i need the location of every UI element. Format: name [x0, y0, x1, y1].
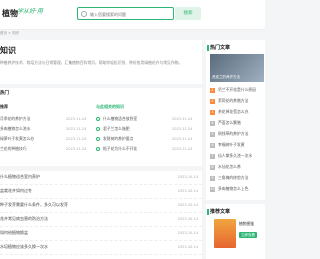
hot-item-label[interactable]: 茉莉花的养殖方法	[218, 98, 248, 103]
bullet-icon	[96, 137, 100, 141]
hot-section: 热门 推荐 与此相关的知识 月季花的养护方法 2023-11-24 多肉植物怎么…	[0, 88, 202, 166]
hot-item-label[interactable]: 吊兰不开花是什么原因	[218, 87, 256, 92]
section-heading: 热门	[0, 91, 9, 96]
rank-badge: 6	[210, 143, 215, 148]
list-item[interactable]: 水培植物应该多久换一次水 2023-10-14	[0, 241, 202, 255]
panel-heading: 热门文章	[210, 45, 231, 51]
list-item[interactable]: 种子发芽需要什么条件，多久可以发芽 2023-10-14	[0, 199, 202, 213]
list-item[interactable]: 什么植物适合室内养护 2023-10-14	[0, 171, 202, 185]
hot-item[interactable]: 8 水仙花怎么养	[210, 164, 241, 170]
article-date: 2023-10-14	[177, 231, 198, 235]
item-date: 2023-11-24	[66, 137, 87, 141]
hot-item-label[interactable]: 芦荟怎么繁殖	[218, 120, 241, 125]
site-logo[interactable]: 植物	[2, 9, 18, 19]
hot-item-label[interactable]: 铜钱草的养护方法	[218, 131, 248, 136]
list-item[interactable]: 多肉植物怎么浇水	[0, 126, 30, 132]
hot-item-label[interactable]: 三角梅的修剪方法	[218, 175, 248, 180]
item-date: 2023-11-24	[66, 127, 87, 131]
article-title[interactable]: 种子发芽需要什么条件，多久可以发芽	[0, 202, 68, 208]
item-date: 2023-11-24	[172, 117, 193, 121]
article-title[interactable]: 花卉常见病虫害的防治方法	[0, 216, 48, 222]
search-button[interactable]: 搜索	[175, 7, 201, 20]
search-input[interactable]	[90, 10, 170, 18]
hot-item[interactable]: 2 茉莉花的养殖方法	[210, 98, 248, 104]
article-date: 2023-10-14	[177, 245, 198, 249]
rank-badge: 10	[210, 187, 215, 192]
left-column-heading: 推荐	[0, 104, 8, 109]
search-box[interactable]	[77, 7, 174, 20]
logo-tagline: 学从好·用	[17, 8, 43, 15]
hot-item-label[interactable]: 茶花掉花苞怎么办	[218, 109, 248, 114]
list-item[interactable]: 发财树的养护要点	[103, 136, 133, 142]
article-title[interactable]: 盆栽花卉如何过冬	[0, 188, 32, 194]
search-icon	[81, 11, 87, 17]
list-item[interactable]: 盆栽花卉如何过冬 2023-10-14	[0, 185, 202, 199]
panel-heading: 推荐文章	[210, 209, 231, 215]
list-item[interactable]: 绿萝叶子发黄怎么办	[0, 136, 34, 142]
view-book-button[interactable]: 立即查看	[239, 232, 257, 238]
article-list: 什么植物适合室内养护 2023-10-14 盆栽花卉如何过冬 2023-10-1…	[0, 171, 202, 259]
item-date: 2023-11-24	[66, 117, 87, 121]
heading-marker	[207, 209, 209, 215]
rank-badge: 2	[210, 99, 215, 104]
hot-item[interactable]: 6 幸福树叶子发黄	[210, 142, 245, 148]
rank-badge: 4	[210, 121, 215, 126]
rank-badge: 3	[210, 110, 215, 115]
item-date: 2023-11-24	[172, 127, 193, 131]
rank-badge: 1	[210, 88, 215, 93]
list-item[interactable]: 如何给植物换盆 2023-10-14	[0, 227, 202, 241]
hot-item[interactable]: 1 吊兰不开花是什么原因	[210, 87, 256, 93]
rank-badge: 7	[210, 154, 215, 159]
list-item[interactable]: 君子兰怎么施肥	[103, 126, 130, 132]
article-title[interactable]: 什么植物适合室内养护	[0, 174, 40, 180]
page-title: 知识	[0, 46, 16, 55]
book-cover-image[interactable]	[214, 219, 236, 248]
item-date: 2023-11-24	[172, 147, 193, 151]
list-item[interactable]: 栀子花为什么不开花	[103, 146, 137, 152]
article-date: 2023-10-14	[177, 175, 198, 179]
item-date: 2023-11-24	[66, 147, 87, 151]
hot-item[interactable]: 5 铜钱草的养护方法	[210, 131, 248, 137]
list-item[interactable]: 月季花的养护方法	[0, 116, 30, 122]
featured-caption[interactable]: 虎皮兰的养护方法	[212, 75, 240, 79]
rank-badge: 9	[210, 176, 215, 181]
list-item[interactable]: 什么植物适合放卧室	[103, 116, 137, 122]
bullet-icon	[96, 147, 100, 151]
heading-marker	[207, 45, 209, 51]
hot-item-label[interactable]: 仙人掌多久浇一次水	[218, 153, 252, 158]
right-column-heading: 与此相关的知识	[96, 104, 124, 109]
top-bar: 植物 学从好·用 搜索	[0, 0, 265, 30]
hot-item[interactable]: 10 多肉植物怎么上色	[210, 186, 248, 192]
page-description: 种植养护技术、栽培方法与日常管理，汇集植物百科常识，帮助你轻松识别、种好各类绿植…	[0, 60, 183, 65]
article-date: 2023-10-14	[177, 203, 198, 207]
article-date: 2023-10-14	[177, 189, 198, 193]
hot-item-label[interactable]: 水仙花怎么养	[218, 164, 241, 169]
rank-badge: 5	[210, 132, 215, 137]
bullet-icon	[96, 127, 100, 131]
hot-articles-panel: 热门文章 虎皮兰的养护方法 1 吊兰不开花是什么原因 2 茉莉花的养殖方法 3 茶花掉…	[206, 40, 265, 200]
hot-item[interactable]: 9 三角梅的修剪方法	[210, 175, 248, 181]
breadcrumb[interactable]: 首页 > 知识	[0, 31, 19, 35]
hot-item-label[interactable]: 多肉植物怎么上色	[218, 186, 248, 191]
recommend-panel: 推荐文章 植物图鉴 立即查看 常见绿植图鉴大全花卉养护入门手册阳台种菜指南	[206, 204, 265, 259]
book-title[interactable]: 植物图鉴	[239, 221, 254, 227]
article-date: 2023-10-14	[177, 217, 198, 221]
article-title[interactable]: 水培植物应该多久换一次水	[0, 244, 48, 250]
hot-item[interactable]: 3 茶花掉花苞怎么办	[210, 109, 248, 115]
bullet-icon	[96, 117, 100, 121]
hot-item[interactable]: 4 芦荟怎么繁殖	[210, 120, 241, 126]
hot-item-label[interactable]: 幸福树叶子发黄	[218, 142, 245, 147]
hot-item[interactable]: 7 仙人掌多久浇一次水	[210, 153, 252, 159]
list-item[interactable]: 花卉常见病虫害的防治方法 2023-10-14	[0, 213, 202, 227]
item-date: 2023-11-24	[172, 137, 193, 141]
list-item[interactable]: 兰花的种植技巧	[0, 146, 27, 152]
rank-badge: 8	[210, 165, 215, 170]
intro-card: 知识 种植养护技术、栽培方法与日常管理，汇集植物百科常识，帮助你轻松识别、种好各…	[0, 40, 202, 84]
article-title[interactable]: 如何给植物换盆	[0, 230, 28, 236]
